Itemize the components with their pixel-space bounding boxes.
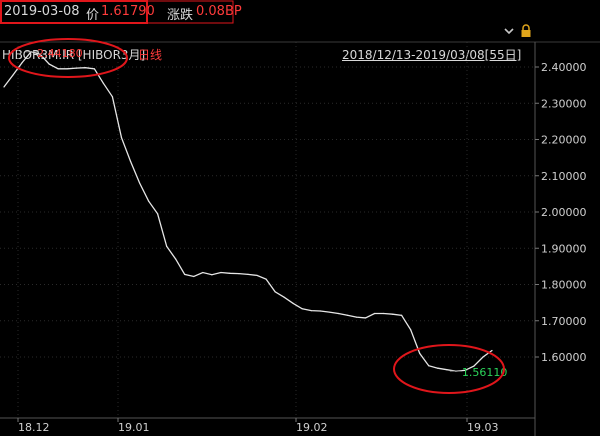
data-point <box>147 200 150 202</box>
data-point <box>138 182 141 184</box>
x-tick-label: 18.12 <box>18 421 50 434</box>
y-tick-label: 2.00000 <box>541 206 587 219</box>
data-point <box>157 213 159 215</box>
data-point <box>21 62 23 64</box>
data-point <box>437 367 439 369</box>
quote-frame <box>0 0 234 24</box>
y-tick-label: 1.90000 <box>541 242 587 255</box>
data-point <box>319 310 321 312</box>
y-tick-label: 2.10000 <box>541 170 587 183</box>
data-point <box>301 308 303 310</box>
data-point <box>48 63 50 65</box>
data-point <box>491 349 493 352</box>
data-point <box>120 137 123 139</box>
data-point <box>401 314 403 316</box>
data-point <box>446 369 448 371</box>
data-point <box>184 273 186 275</box>
data-point <box>211 274 213 276</box>
data-point <box>238 273 240 275</box>
data-point <box>84 67 86 69</box>
data-point <box>283 296 285 298</box>
y-tick-label: 1.70000 <box>541 315 587 328</box>
data-point <box>364 317 367 319</box>
axes: 2.40000 2.30000 2.20000 2.10000 2.00000 1.900… <box>0 41 600 436</box>
data-point <box>337 312 339 315</box>
x-tick-label: 19.02 <box>296 421 328 434</box>
data-point <box>482 356 484 358</box>
data-point <box>12 74 14 76</box>
data-point <box>175 258 177 260</box>
data-point <box>57 68 59 70</box>
data-point <box>256 274 258 277</box>
data-point <box>111 96 114 98</box>
x-tick-label: 19.01 <box>118 421 150 434</box>
data-point <box>328 311 330 313</box>
data-point <box>310 310 312 312</box>
data-point <box>247 273 249 275</box>
data-point <box>3 86 5 88</box>
data-point <box>391 313 394 315</box>
y-tick-label: 2.20000 <box>541 134 587 147</box>
data-point <box>419 352 421 354</box>
y-tick-label: 1.80000 <box>541 279 587 292</box>
annotation-layer: 2.441801.56110 <box>0 0 507 394</box>
data-point <box>292 302 294 304</box>
data-point <box>355 316 358 318</box>
data-point <box>75 67 77 69</box>
data-point <box>166 245 168 248</box>
data-point <box>373 312 376 315</box>
data-point <box>202 271 204 274</box>
y-tick-label: 1.60000 <box>541 351 587 364</box>
data-point <box>265 278 267 280</box>
data-point <box>93 68 95 70</box>
x-tick-label: 19.03 <box>467 421 499 434</box>
data-point <box>129 160 132 162</box>
y-tick-label: 2.40000 <box>541 61 587 74</box>
data-point <box>346 314 349 316</box>
highlight-box <box>0 0 148 24</box>
y-tick-label: 2.30000 <box>541 97 587 110</box>
data-point <box>193 275 195 278</box>
data-point <box>410 329 412 331</box>
line-chart: 2.40000 2.30000 2.20000 2.10000 2.00000 1.900… <box>0 0 600 436</box>
series-line <box>3 51 493 372</box>
data-point <box>66 68 68 70</box>
data-point <box>220 271 222 274</box>
data-point <box>229 272 231 274</box>
data-point <box>274 291 276 293</box>
series-layer <box>3 51 493 372</box>
max-value-label: 2.44180 <box>37 47 83 60</box>
data-point <box>428 365 430 367</box>
data-point <box>382 312 385 315</box>
grid <box>0 42 535 418</box>
data-point <box>102 82 105 84</box>
